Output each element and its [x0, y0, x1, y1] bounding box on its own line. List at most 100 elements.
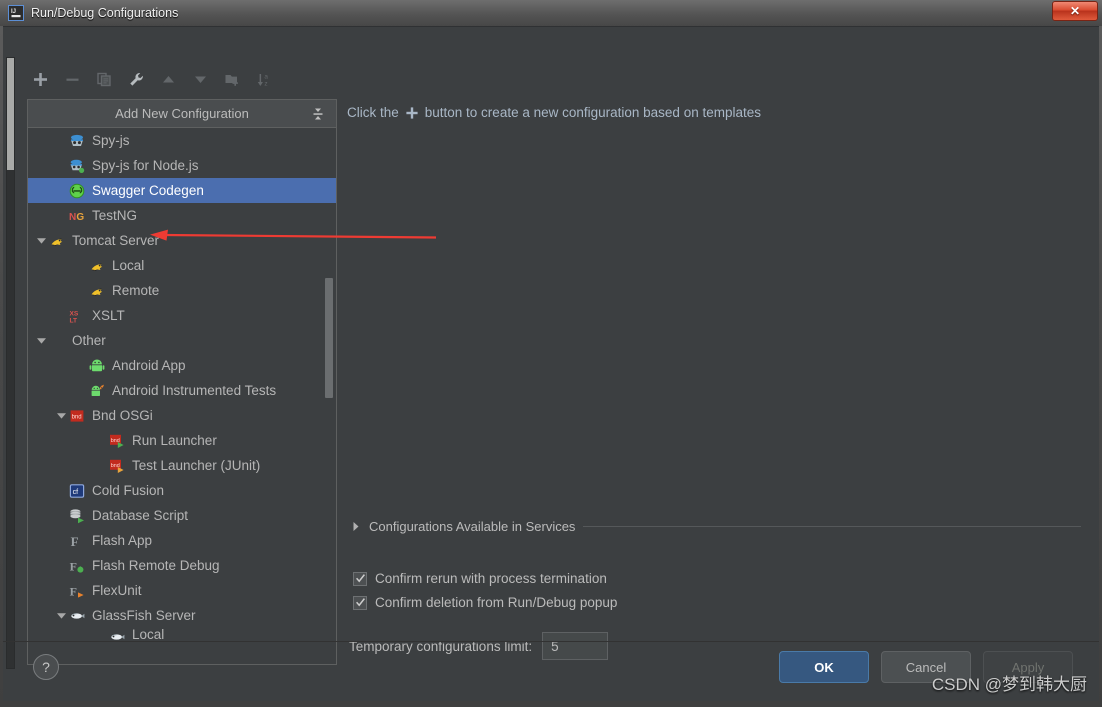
window-titlebar[interactable]: IJ Run/Debug Configurations ✕ [0, 0, 1102, 26]
tree-item-label: Tomcat Server [72, 232, 160, 248]
tree-twisty-expanded[interactable] [54, 603, 68, 628]
move-up-button[interactable] [153, 65, 183, 93]
close-window-button[interactable]: ✕ [1052, 1, 1098, 21]
ok-button[interactable]: OK [779, 651, 869, 683]
help-button[interactable]: ? [33, 654, 59, 680]
tree-twisty-expanded[interactable] [54, 403, 68, 428]
glassfish-icon [68, 607, 86, 625]
tree-twisty-none [94, 453, 108, 478]
tree-item-label: TestNG [92, 207, 138, 223]
tree-twisty-expanded[interactable] [34, 228, 48, 253]
tree-item-xslt[interactable]: XS LT XSLT [28, 303, 336, 328]
tree-twisty-none [54, 303, 68, 328]
tree-item-local[interactable]: Local [28, 628, 336, 642]
add-new-configuration-title: Add New Configuration [115, 106, 249, 121]
create-folder-button[interactable] [217, 65, 247, 93]
tomcat-icon [48, 232, 66, 250]
tree-item-label: Cold Fusion [92, 482, 165, 498]
collapse-all-icon[interactable] [308, 104, 328, 124]
move-down-button[interactable] [185, 65, 215, 93]
tree-twisty-none [94, 628, 108, 642]
tree-item-label: Other [72, 332, 106, 348]
tree-item-label: Bnd OSGi [92, 407, 153, 423]
remove-configuration-button[interactable] [57, 65, 87, 93]
tree-item-cold-fusion[interactable]: cf Cold Fusion [28, 478, 336, 503]
arrow-up-icon [162, 75, 174, 82]
tree-twisty-none [74, 253, 88, 278]
copy-configuration-button[interactable] [89, 65, 119, 93]
bnd-icon: bnd [68, 407, 86, 425]
flexunit-icon: F [68, 582, 86, 600]
tree-item-spy-js[interactable]: Spy-js [28, 128, 336, 153]
outer-scrollbar[interactable] [6, 57, 15, 669]
confirm-rerun-option[interactable]: Confirm rerun with process termination [353, 571, 607, 586]
tree-twisty-none [54, 153, 68, 178]
outer-scrollbar-thumb[interactable] [7, 58, 14, 170]
csdn-watermark: CSDN @梦到韩大厨 [931, 675, 1087, 694]
tree-scrollbar-thumb[interactable] [325, 278, 333, 398]
tree-twisty-expanded[interactable] [34, 328, 48, 353]
hint-text-before: Click the [347, 105, 399, 120]
hint-text-after: button to create a new configuration bas… [424, 105, 761, 120]
tree-item-other[interactable]: Other [28, 328, 336, 353]
tree-item-database-script[interactable]: Database Script [28, 503, 336, 528]
tree-twisty-none [54, 553, 68, 578]
edit-templates-button[interactable] [121, 65, 151, 93]
tree-item-swagger-codegen[interactable]: Swagger Codegen [28, 178, 336, 203]
testng-icon: NG [68, 207, 86, 225]
tree-item-tomcat-server[interactable]: Tomcat Server [28, 228, 336, 253]
tree-item-flash-app[interactable]: F Flash App [28, 528, 336, 553]
folder-add-icon [225, 74, 238, 86]
plus-icon [405, 106, 419, 120]
tree-item-local[interactable]: Local [28, 253, 336, 278]
window-controls: ✕ [1052, 1, 1098, 21]
tree-item-testng[interactable]: N G TestNG [28, 203, 336, 228]
tree-scrollbar[interactable] [324, 128, 335, 664]
svg-text:G: G [76, 212, 84, 223]
tree-item-glassfish-server[interactable]: GlassFish Server [28, 603, 336, 628]
tree-item-android-app[interactable]: Android App [28, 353, 336, 378]
confirm-deletion-checkbox[interactable] [353, 595, 367, 610]
tree-item-flash-remote-debug[interactable]: F Flash Remote Debug [28, 553, 336, 578]
dialog-body: a z Add New Configuration Spy-js Spy-js f… [3, 26, 1099, 701]
tree-item-label: Spy-js [92, 132, 130, 148]
tree-item-run-launcher[interactable]: bnd Run Launcher [28, 428, 336, 453]
flash-icon: F [68, 532, 86, 550]
confirm-deletion-option[interactable]: Confirm deletion from Run/Debug popup [353, 595, 617, 610]
tree-item-test-launcher-junit[interactable]: bnd Test Launcher (JUnit) [28, 453, 336, 478]
sort-az-icon: a z [257, 73, 268, 87]
confirm-rerun-checkbox[interactable] [353, 571, 367, 586]
tree-item-flexunit[interactable]: F FlexUnit [28, 578, 336, 603]
tree-twisty-none [94, 428, 108, 453]
tree-twisty-none [74, 278, 88, 303]
sort-configurations-button[interactable]: a z [249, 65, 279, 93]
tree-item-label: Flash App [92, 532, 153, 548]
services-section-header[interactable]: Configurations Available in Services [351, 519, 1081, 534]
tree-item-bnd-osgi[interactable]: bnd Bnd OSGi [28, 403, 336, 428]
tree-item-spy-js-for-node-js[interactable]: Spy-js for Node.js [28, 153, 336, 178]
tree-item-label: Swagger Codegen [92, 182, 204, 198]
section-divider [583, 526, 1081, 527]
database-icon [68, 507, 86, 525]
add-configuration-button[interactable] [25, 65, 55, 93]
configurations-toolbar: a z [25, 65, 279, 93]
spyjs-icon [68, 132, 86, 150]
plus-icon [33, 72, 47, 86]
svg-text:N: N [69, 212, 76, 223]
coldfusion-icon: cf [68, 482, 86, 500]
tree-item-label: Android App [112, 357, 186, 373]
tree-item-remote[interactable]: Remote [28, 278, 336, 303]
tree-item-label: Local [112, 257, 145, 273]
tree-item-android-instrumented-tests[interactable]: Android Instrumented Tests [28, 378, 336, 403]
confirm-rerun-label: Confirm rerun with process termination [375, 571, 607, 586]
tree-twisty-none [54, 528, 68, 553]
tree-item-label: Test Launcher (JUnit) [132, 457, 261, 473]
chevron-right-icon [351, 521, 361, 533]
tomcat-icon [88, 282, 106, 300]
services-section-label: Configurations Available in Services [369, 519, 576, 534]
tomcat-icon [88, 257, 106, 275]
tree-item-label: GlassFish Server [92, 607, 196, 623]
svg-text:cf: cf [73, 489, 79, 496]
svg-text:F: F [70, 584, 77, 598]
tree-item-no-icon [48, 332, 66, 350]
